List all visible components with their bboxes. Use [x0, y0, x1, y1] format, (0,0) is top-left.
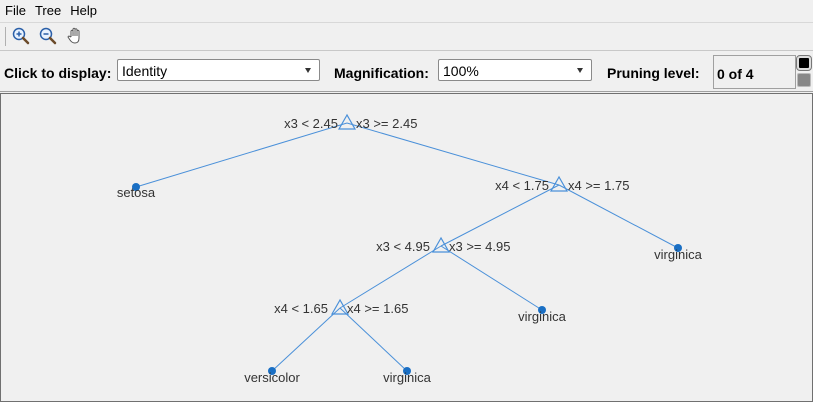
pruning-value-box: 0 of 4 [713, 55, 796, 89]
tree-edge [135, 122, 348, 188]
zoom-in-button[interactable] [10, 25, 32, 47]
branch-left-rule: x3 < 4.95 [376, 239, 430, 254]
pruning-value: 0 of 4 [717, 66, 754, 82]
leaf-label: virginica [383, 370, 431, 385]
leaf-label: versicolor [244, 370, 300, 385]
chevron-down-icon [577, 68, 583, 73]
display-select[interactable]: Identity [117, 59, 320, 81]
branch-right-rule: x4 >= 1.75 [568, 178, 629, 193]
display-select-value: Identity [122, 63, 168, 79]
branch-left-rule: x4 < 1.65 [274, 301, 328, 316]
tree-edge [271, 307, 341, 372]
menu-help[interactable]: Help [65, 0, 101, 22]
pan-hand-icon [67, 27, 80, 44]
toolbar [0, 23, 813, 51]
leaf-label: virginica [518, 309, 566, 324]
display-label: Click to display: [4, 65, 112, 81]
branch-right-rule: x3 >= 4.95 [449, 239, 510, 254]
menu-file[interactable]: File [0, 0, 30, 22]
branch-right-rule: x3 >= 2.45 [356, 116, 417, 131]
pruning-label: Pruning level: [607, 65, 700, 81]
branch-node[interactable] [330, 298, 350, 315]
menu-bar: File Tree Help [0, 0, 813, 23]
magnification-label: Magnification: [334, 65, 429, 81]
pruning-increase-button[interactable] [796, 55, 812, 71]
branch-left-rule: x4 < 1.75 [495, 178, 549, 193]
controls-bar: Click to display: Identity Magnification… [0, 51, 813, 92]
tree-panel: x3 < 2.45 x3 >= 2.45 x4 < 1.75 x4 >= 1.7… [0, 93, 813, 402]
zoom-in-icon [12, 27, 30, 45]
toolbar-separator [5, 27, 6, 46]
tree-edge [440, 245, 543, 311]
branch-left-rule: x3 < 2.45 [284, 116, 338, 131]
pruning-decrease-button[interactable] [797, 73, 811, 87]
menu-tree[interactable]: Tree [30, 0, 65, 22]
branch-right-rule: x4 >= 1.65 [347, 301, 408, 316]
chevron-down-icon [305, 68, 311, 73]
zoom-out-icon [39, 27, 57, 45]
tree-edge [339, 307, 408, 372]
leaf-label: virginica [654, 247, 702, 262]
tree-edge [339, 245, 442, 309]
pan-button[interactable] [65, 25, 87, 47]
branch-node[interactable] [549, 175, 569, 192]
tree-edge [346, 122, 560, 186]
zoom-out-button[interactable] [37, 25, 59, 47]
branch-node[interactable] [337, 113, 357, 130]
magnification-select[interactable]: 100% [438, 59, 592, 81]
tree-diagram: x3 < 2.45 x3 >= 2.45 x4 < 1.75 x4 >= 1.7… [117, 113, 703, 385]
tree-edge [440, 184, 560, 247]
tree-edge [558, 184, 679, 249]
magnification-select-value: 100% [443, 63, 479, 79]
leaf-label: setosa [117, 185, 156, 200]
